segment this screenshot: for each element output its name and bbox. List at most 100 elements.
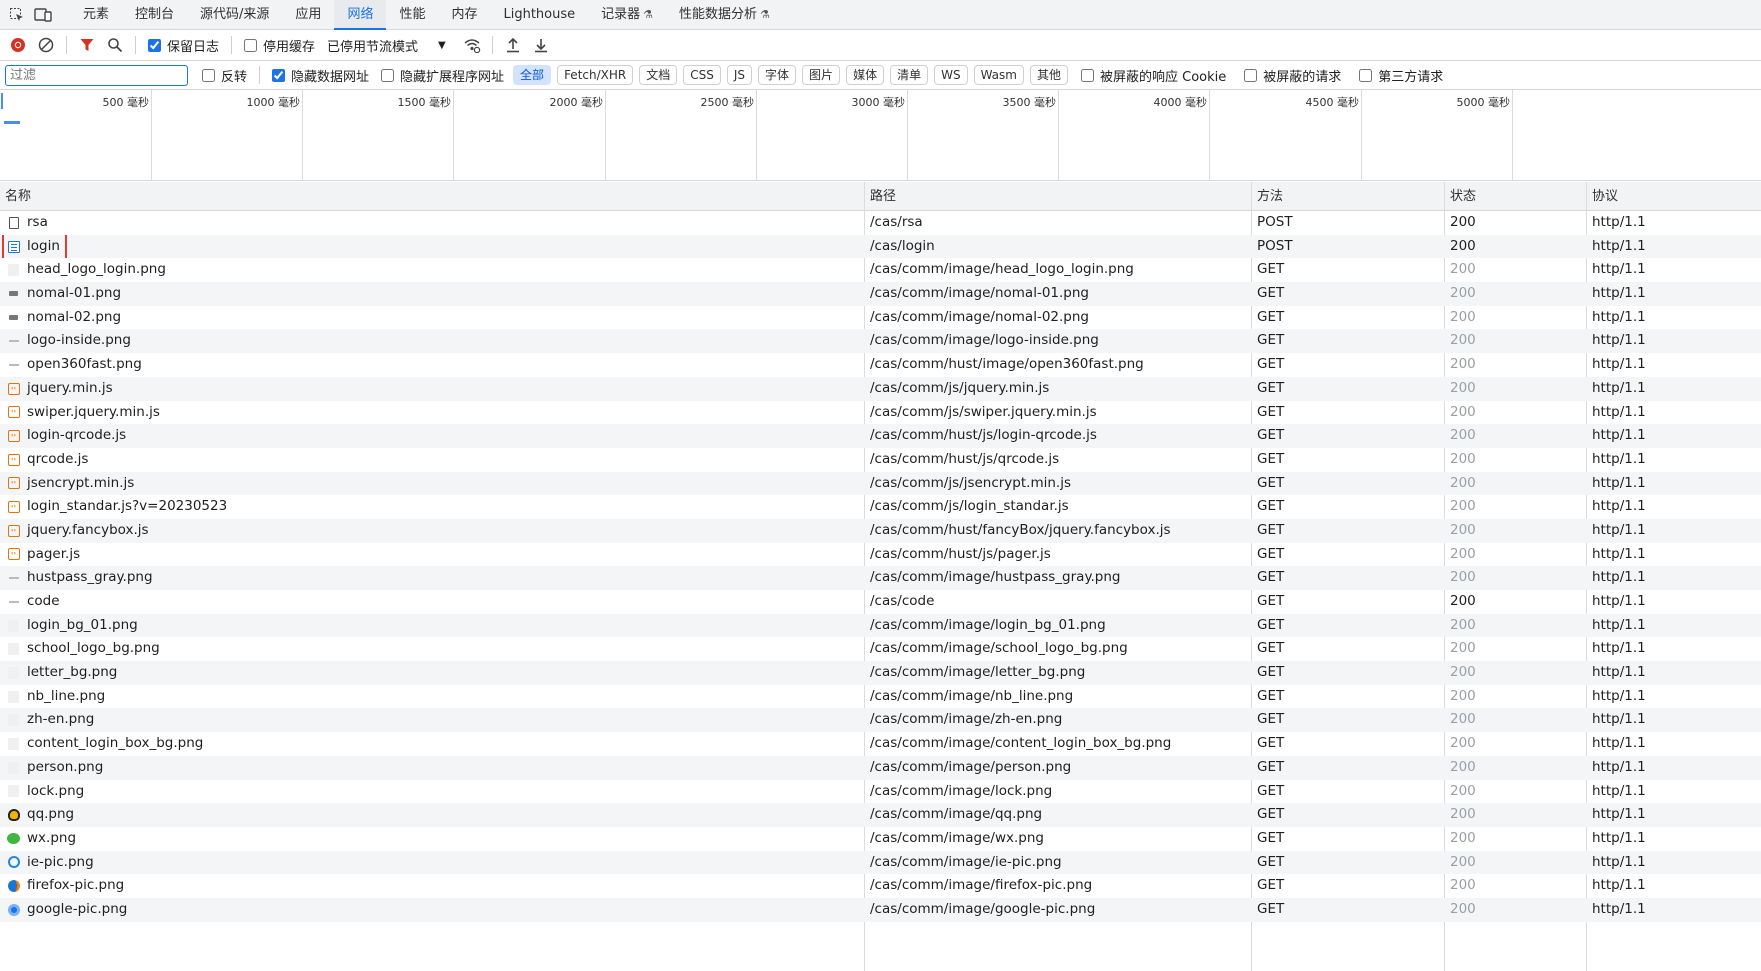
- cell-name[interactable]: code: [0, 590, 864, 614]
- cell-name[interactable]: qq.png: [0, 803, 864, 827]
- table-row[interactable]: logo-inside.png/cas/comm/image/logo-insi…: [0, 329, 1761, 354]
- type-filter-chip[interactable]: 图片: [802, 65, 841, 85]
- export-har-icon[interactable]: [527, 31, 555, 59]
- table-row[interactable]: ‹› jquery.min.js/cas/comm/js/jquery.min.j…: [0, 376, 1761, 401]
- import-har-icon[interactable]: [499, 31, 527, 59]
- cell-name[interactable]: firefox-pic.png: [0, 874, 864, 898]
- table-row[interactable]: google-pic.png/cas/comm/image/google-pic…: [0, 897, 1761, 922]
- cell-name[interactable]: ‹› qrcode.js: [0, 448, 864, 472]
- cell-name[interactable]: hustpass_gray.png: [0, 566, 864, 590]
- hide-data-urls-checkbox[interactable]: 隐藏数据网址: [272, 66, 369, 85]
- table-row[interactable]: nomal-01.png/cas/comm/image/nomal-01.png…: [0, 282, 1761, 306]
- disable-cache-checkbox[interactable]: 停用缓存: [244, 36, 315, 55]
- type-filter-chip[interactable]: Wasm: [973, 65, 1024, 85]
- preserve-log-check[interactable]: [148, 38, 161, 52]
- cell-name[interactable]: ‹› login-qrcode.js: [0, 424, 864, 448]
- cell-name[interactable]: open360fast.png: [0, 353, 864, 377]
- cell-name[interactable]: ‹› jsencrypt.min.js: [0, 472, 864, 496]
- cell-name[interactable]: rsa: [0, 211, 864, 235]
- tab-5[interactable]: 性能: [386, 0, 438, 30]
- table-row[interactable]: ‹› pager.js/cas/comm/hust/js/pager.js GET 2…: [0, 543, 1761, 567]
- third-party-checkbox[interactable]: 第三方请求: [1359, 66, 1443, 85]
- network-conditions-icon[interactable]: [458, 31, 486, 59]
- column-header-status[interactable]: 状态: [1445, 182, 1476, 211]
- cell-name[interactable]: school_logo_bg.png: [0, 637, 864, 661]
- cell-name[interactable]: person.png: [0, 756, 864, 780]
- table-row[interactable]: school_logo_bg.png/cas/comm/image/school…: [0, 637, 1761, 661]
- hide-data-urls-check[interactable]: [272, 68, 286, 82]
- table-row[interactable]: ‹› login-qrcode.js/cas/comm/hust/js/login…: [0, 424, 1761, 448]
- device-toolbar-icon[interactable]: [30, 0, 56, 30]
- table-row[interactable]: ‹› qrcode.js/cas/comm/hust/js/qrcode.js GE…: [0, 448, 1761, 472]
- cell-name[interactable]: nomal-01.png: [0, 282, 864, 306]
- cell-name[interactable]: nomal-02.png: [0, 306, 864, 330]
- table-row[interactable]: head_logo_login.png/cas/comm/image/head_…: [0, 258, 1761, 282]
- filter-input[interactable]: [5, 64, 188, 86]
- cell-name[interactable]: ‹› swiper.jquery.min.js: [0, 401, 864, 425]
- table-row[interactable]: ie-pic.png/cas/comm/image/ie-pic.png GET 2…: [0, 850, 1761, 875]
- cell-name[interactable]: zh-en.png: [0, 708, 864, 732]
- table-row[interactable]: nb_line.png/cas/comm/image/nb_line.png GE…: [0, 685, 1761, 709]
- cell-name[interactable]: wx.png: [0, 827, 864, 851]
- tab-2[interactable]: 源代码/来源: [187, 0, 282, 30]
- tab-3[interactable]: 应用: [282, 0, 334, 30]
- type-filter-chip[interactable]: 全部: [513, 65, 552, 85]
- blocked-cookies-checkbox[interactable]: 被屏蔽的响应 Cookie: [1081, 66, 1226, 85]
- type-filter-chip[interactable]: 文档: [639, 65, 678, 85]
- preserve-log-checkbox[interactable]: 保留日志: [148, 36, 219, 55]
- search-icon[interactable]: [101, 31, 129, 59]
- blocked-requests-check[interactable]: [1244, 68, 1258, 82]
- cell-name[interactable]: ‹› login_standar.js?v=20230523: [0, 495, 864, 519]
- tab-8[interactable]: 记录器 ⚗: [588, 0, 666, 30]
- table-row[interactable]: content_login_box_bg.png/cas/comm/image/…: [0, 732, 1761, 756]
- cell-name[interactable]: ‹› jquery.fancybox.js: [0, 519, 864, 543]
- type-filter-chip[interactable]: 字体: [758, 65, 797, 85]
- tab-7[interactable]: Lighthouse: [490, 0, 588, 30]
- type-filter-chip[interactable]: Fetch/XHR: [557, 65, 634, 85]
- column-header-method[interactable]: 方法: [1252, 182, 1283, 211]
- table-row[interactable]: wx.png/cas/comm/image/wx.png GET 200 http/1…: [0, 827, 1761, 851]
- type-filter-chip[interactable]: WS: [934, 65, 968, 85]
- table-row[interactable]: hustpass_gray.png/cas/comm/image/hustpas…: [0, 566, 1761, 590]
- table-row[interactable]: zh-en.png/cas/comm/image/zh-en.png GET 200…: [0, 708, 1761, 733]
- record-button[interactable]: [4, 31, 32, 59]
- cell-name[interactable]: content_login_box_bg.png: [0, 732, 864, 756]
- table-row[interactable]: nomal-02.png/cas/comm/image/nomal-02.png…: [0, 306, 1761, 330]
- table-row[interactable]: letter_bg.png/cas/comm/image/letter_bg.p…: [0, 661, 1761, 685]
- cell-name[interactable]: ‹› pager.js: [0, 543, 864, 567]
- invert-check[interactable]: [202, 68, 215, 82]
- table-row[interactable]: person.png/cas/comm/image/person.png GET 2…: [0, 755, 1761, 780]
- cell-name[interactable]: logo-inside.png: [0, 329, 864, 353]
- cell-name[interactable]: login_bg_01.png: [0, 614, 864, 638]
- type-filter-chip[interactable]: JS: [726, 65, 753, 85]
- inspect-element-icon[interactable]: [4, 0, 30, 30]
- blocked-requests-checkbox[interactable]: 被屏蔽的请求: [1244, 66, 1341, 85]
- table-row[interactable]: ‹› login_standar.js?v=20230523/cas/comm/j…: [0, 495, 1761, 519]
- table-row[interactable]: ‹› jsencrypt.min.js/cas/comm/js/jsencrypt…: [0, 471, 1761, 496]
- table-row[interactable]: login_bg_01.png/cas/comm/image/login_bg_…: [0, 613, 1761, 638]
- column-header-name[interactable]: 名称: [0, 182, 31, 211]
- table-row[interactable]: ‹› jquery.fancybox.js/cas/comm/hust/fancy…: [0, 518, 1761, 543]
- cell-name[interactable]: ie-pic.png: [0, 851, 864, 875]
- table-row[interactable]: lock.png/cas/comm/image/lock.png GET 200 ht…: [0, 780, 1761, 804]
- table-row[interactable]: firefox-pic.png/cas/comm/image/firefox-p…: [0, 874, 1761, 898]
- column-header-path[interactable]: 路径: [865, 182, 896, 211]
- invert-checkbox[interactable]: 反转: [202, 66, 247, 85]
- table-row[interactable]: ‹› swiper.jquery.min.js/cas/comm/js/swipe…: [0, 401, 1761, 425]
- cell-name[interactable]: letter_bg.png: [0, 661, 864, 685]
- clear-icon[interactable]: [32, 31, 60, 59]
- cell-name[interactable]: login: [0, 234, 864, 259]
- column-header-protocol[interactable]: 协议: [1587, 182, 1618, 211]
- type-filter-chip[interactable]: 清单: [890, 65, 929, 85]
- cell-name[interactable]: head_logo_login.png: [0, 258, 864, 282]
- type-filter-chip[interactable]: 其他: [1029, 65, 1068, 85]
- blocked-cookies-check[interactable]: [1081, 68, 1094, 82]
- tab-9[interactable]: 性能数据分析 ⚗: [666, 0, 783, 30]
- cell-name[interactable]: google-pic.png: [0, 898, 864, 922]
- table-row[interactable]: login/cas/login POST 200 http/1.1: [0, 234, 1761, 259]
- type-filter-chip[interactable]: CSS: [683, 65, 721, 85]
- table-row[interactable]: qq.png/cas/comm/image/qq.png GET 200 http/1…: [0, 803, 1761, 827]
- tab-0[interactable]: 元素: [70, 0, 122, 30]
- type-filter-chip[interactable]: 媒体: [846, 65, 885, 85]
- filter-icon[interactable]: [73, 31, 101, 59]
